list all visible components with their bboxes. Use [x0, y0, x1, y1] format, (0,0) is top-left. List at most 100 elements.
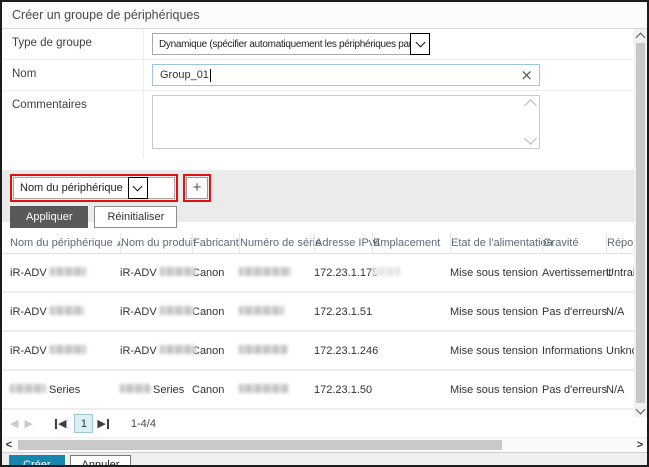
table-cell: [239, 306, 314, 318]
table-cell: Pas d'erreurs: [542, 384, 606, 396]
cell-text: iR-ADV: [10, 345, 50, 357]
bar-icon: [55, 419, 57, 429]
cell-text: N/A: [606, 384, 624, 396]
column-header[interactable]: Nom du périphérique▲: [10, 233, 120, 253]
name-label: Nom: [2, 60, 144, 90]
table-cell: [239, 267, 314, 279]
table-cell: iR-ADV: [10, 345, 120, 357]
table-row[interactable]: iR-ADV iR-ADV Canon 172.23.1.175 Mise sous…: [2, 254, 647, 293]
dialog-title: Créer un groupe de périphériques: [12, 8, 200, 22]
cell-text: Mise sous tension: [450, 345, 538, 357]
add-filter-button[interactable]: +: [186, 177, 208, 199]
pagination-range-text: 1-4/4: [131, 418, 156, 430]
filter-attribute-selected-value: Nom du périphérique: [14, 178, 129, 198]
column-header-label: Adresse IPv4: [315, 237, 380, 249]
triangle-left-icon: ◀: [58, 418, 66, 429]
name-input-value: Group_01: [160, 69, 209, 81]
dialog-title-bar: Créer un groupe de périphériques: [2, 2, 647, 29]
cell-text: Canon: [192, 345, 224, 357]
form-row-group-type: Type de groupe Dynamique (spécifier auto…: [2, 29, 647, 60]
cell-text: Series: [150, 384, 184, 396]
filter-attribute-row: Nom du périphérique +: [10, 174, 639, 202]
table-cell: iR-ADV: [10, 306, 120, 318]
chevron-down-icon[interactable]: [128, 177, 148, 199]
horizontal-scrollbar[interactable]: < >: [2, 437, 647, 452]
redacted-value: [160, 306, 194, 315]
clear-input-icon[interactable]: ×: [520, 66, 533, 85]
table-row[interactable]: iR-ADV iR-ADV Canon172.23.1.51Mise sous …: [2, 293, 647, 332]
table-cell: Mise sous tension: [450, 345, 542, 357]
annotation-highlight-add: +: [183, 174, 211, 202]
current-page-indicator[interactable]: 1: [74, 414, 93, 433]
cell-text: Avertissement: [542, 267, 612, 279]
cell-text: 172.23.1.51: [314, 306, 372, 318]
cell-text: Informations: [542, 345, 603, 357]
reset-button[interactable]: Réinitialiser: [94, 206, 177, 228]
cancel-button[interactable]: Annuler: [70, 455, 132, 467]
cell-text: Canon: [192, 267, 224, 279]
table-row[interactable]: Series SeriesCanon172.23.1.50Mise sous t…: [2, 371, 647, 410]
redacted-value: [50, 267, 86, 276]
redacted-value: [120, 384, 150, 393]
table-cell: Canon: [192, 345, 239, 357]
column-header[interactable]: Gravité: [542, 233, 606, 253]
table-cell: Avertissement: [542, 267, 606, 279]
bar-icon: [107, 419, 109, 429]
first-page-button[interactable]: ◀: [55, 418, 66, 429]
horizontal-scrollbar-thumb[interactable]: [18, 440, 502, 450]
redacted-value: [372, 267, 400, 276]
filter-attribute-select[interactable]: Nom du périphérique: [13, 177, 175, 199]
table-cell: [372, 267, 450, 279]
cell-text: iR-ADV: [120, 267, 160, 279]
previous-page-button[interactable]: ◀: [10, 418, 18, 429]
column-header[interactable]: Fabricant: [192, 233, 239, 253]
table-cell: [239, 345, 314, 357]
column-header[interactable]: Adresse IPv4: [314, 233, 372, 253]
scroll-down-icon[interactable]: [637, 404, 644, 417]
comments-label: Commentaires: [2, 91, 144, 158]
apply-button[interactable]: Appliquer: [10, 206, 88, 228]
redacted-value: [239, 267, 291, 276]
column-header[interactable]: Numéro de série: [239, 233, 314, 253]
scroll-up-icon[interactable]: [637, 29, 644, 42]
form-row-comments: Commentaires: [2, 91, 647, 158]
create-button[interactable]: Créer: [9, 455, 65, 467]
column-header-label: Gravité: [543, 237, 578, 249]
table-header-row: Nom du périphérique▲Nom du produitFabric…: [2, 233, 647, 254]
cell-text: 172.23.1.50: [314, 384, 372, 396]
scroll-up-icon[interactable]: [524, 99, 537, 112]
last-page-button[interactable]: ▶: [97, 418, 108, 429]
chevron-down-icon[interactable]: [410, 33, 430, 55]
scroll-right-icon[interactable]: >: [633, 439, 647, 451]
redacted-value: [239, 384, 289, 393]
column-header-label: Fabricant: [193, 237, 239, 249]
group-type-label: Type de groupe: [2, 29, 144, 59]
scroll-left-icon[interactable]: <: [2, 439, 16, 451]
comments-textarea[interactable]: [152, 95, 540, 149]
cell-text: Mise sous tension: [450, 267, 538, 279]
cell-text: 172.23.1.175: [314, 267, 378, 279]
table-cell: 172.23.1.51: [314, 306, 372, 318]
table-cell: 172.23.1.50: [314, 384, 372, 396]
table-cell: iR-ADV: [120, 345, 192, 357]
cell-text: Pas d'erreurs: [542, 306, 607, 318]
vertical-scrollbar[interactable]: [634, 29, 647, 417]
pagination-bar: ◀ ▶ ◀ 1 ▶ 1-4/4: [2, 410, 647, 437]
group-type-selected-value: Dynamique (spécifier automatiquement les…: [153, 34, 411, 54]
column-header[interactable]: Nom du produit: [120, 233, 192, 253]
table-cell: iR-ADV: [10, 267, 120, 279]
column-header[interactable]: Emplacement: [372, 233, 450, 253]
redacted-value: [10, 384, 46, 393]
next-page-button[interactable]: ▶: [24, 418, 32, 429]
cell-text: iR-ADV: [10, 267, 50, 279]
table-cell: Series: [120, 384, 192, 396]
name-input[interactable]: Group_01 ×: [152, 64, 540, 86]
spacer: [2, 158, 647, 170]
table-row[interactable]: iR-ADV iR-ADV Canon172.23.1.246Mise sous…: [2, 332, 647, 371]
redacted-value: [239, 306, 284, 315]
vertical-scrollbar-thumb[interactable]: [636, 43, 645, 403]
group-type-select[interactable]: Dynamique (spécifier automatiquement les…: [152, 33, 430, 55]
dialog-footer: Créer Annuler: [2, 452, 647, 467]
scroll-down-icon[interactable]: [524, 132, 537, 145]
column-header[interactable]: Etat de l'alimentation: [450, 233, 542, 253]
